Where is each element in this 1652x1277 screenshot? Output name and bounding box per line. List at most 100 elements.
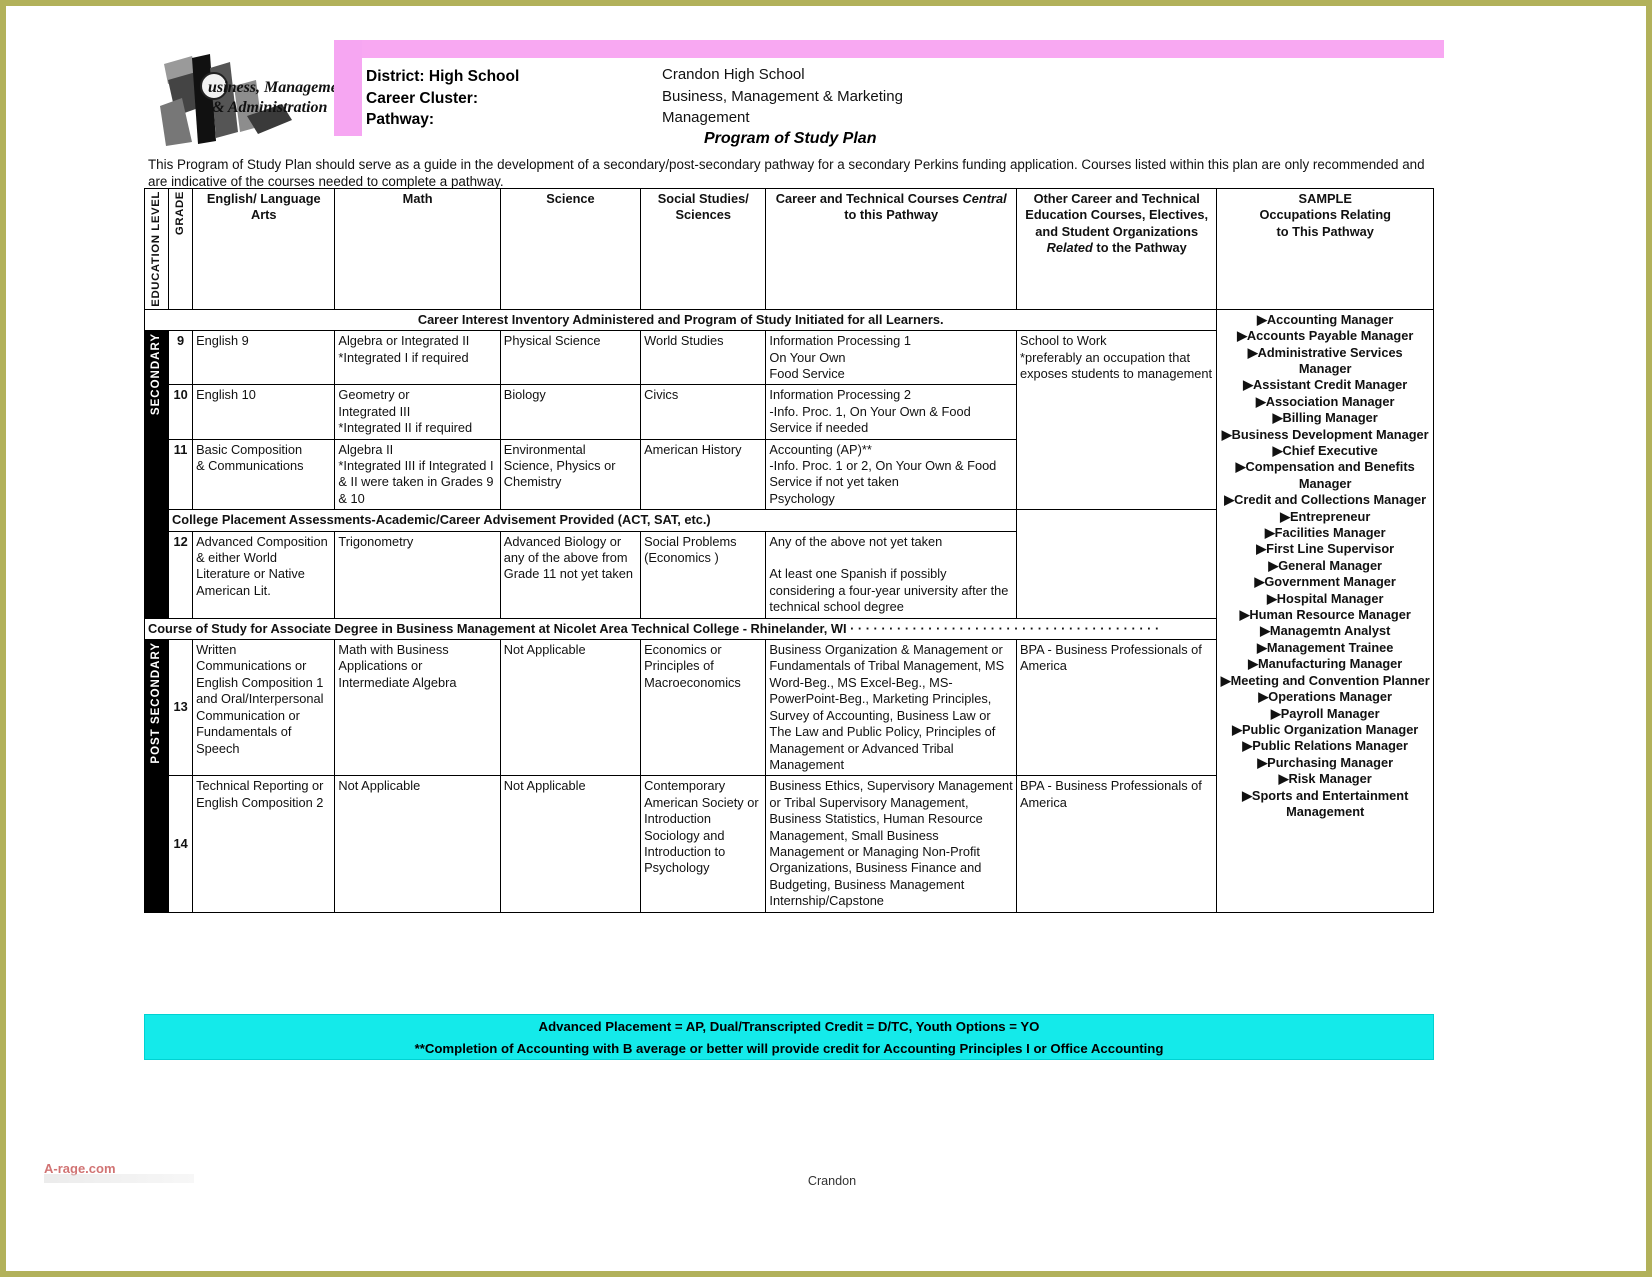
cell-other: BPA - Business Professionals of America	[1015, 639, 1218, 777]
occupation-item: ▶Facilities Manager	[1264, 525, 1386, 541]
occupation-item: ▶Billing Manager	[1272, 410, 1378, 426]
occupation-item: ▶Purchasing Manager	[1257, 754, 1394, 770]
col-math: Math	[334, 188, 501, 310]
cell-science: Not Applicable	[499, 639, 642, 777]
career-interest-banner: Career Interest Inventory Administered a…	[143, 308, 1218, 332]
occupation-item: ▶Meeting and Convention Planner	[1220, 672, 1430, 688]
education-level-secondary: SECONDARY	[143, 330, 170, 619]
occupation-item: ▶Sports and Entertainment Management	[1242, 787, 1409, 819]
grade-number: 14	[168, 775, 194, 913]
occupation-item: ▶Manufacturing Manager	[1248, 656, 1403, 672]
intro-paragraph: This Program of Study Plan should serve …	[148, 157, 1425, 189]
cell-social: World Studies	[640, 330, 767, 386]
occupation-item: ▶Managemtn Analyst	[1260, 623, 1391, 639]
occupation-item: ▶Assistant Credit Manager	[1243, 377, 1408, 393]
cell-cte: Accounting (AP)** -Info. Proc. 1 or 2, O…	[765, 438, 1017, 511]
cell-other: School to Work *preferably an occupation…	[1015, 330, 1218, 511]
occupation-item: ▶Accounts Payable Manager	[1237, 328, 1414, 344]
cell-social: American History	[640, 438, 767, 511]
cell-science: Not Applicable	[499, 775, 642, 913]
table-header-row: EDUCATION LEVEL GRADE English/ Language …	[143, 188, 1434, 310]
cell-social: Civics	[640, 384, 767, 440]
page-frame: usiness, Management & Administration Dis…	[0, 0, 1652, 1277]
legend-line-2: **Completion of Accounting with B averag…	[414, 1041, 1164, 1056]
district-label: District: High School	[366, 68, 520, 85]
pathway-value: Management	[662, 109, 750, 126]
occupation-item: ▶General Manager	[1268, 557, 1383, 573]
cte-central-emphasis: Central	[962, 191, 1007, 206]
cell-science: Advanced Biology or any of the above fro…	[499, 530, 642, 619]
career-cluster-label: Career Cluster:	[366, 89, 478, 107]
education-level-post-secondary: POST SECONDARY	[143, 639, 170, 913]
col-education-level: EDUCATION LEVEL	[143, 188, 170, 310]
district-value: Crandon High School	[662, 66, 805, 83]
occupation-item: ▶Public Organization Manager	[1232, 721, 1419, 737]
cell-other-blank	[1015, 509, 1218, 619]
col-sample-occupations: SAMPLE Occupations Relating to This Path…	[1216, 188, 1434, 310]
cell-social: Social Problems (Economics )	[640, 530, 767, 619]
grade-number: 10	[168, 384, 194, 440]
cell-science: Physical Science	[499, 330, 642, 386]
col-cte-central: Career and Technical Courses Central to …	[765, 188, 1017, 310]
cell-math: Algebra or Integrated II *Integrated I i…	[334, 330, 501, 386]
occupation-item: ▶Entrepreneur	[1280, 508, 1371, 524]
col-other-cte: Other Career and Technical Education Cou…	[1015, 188, 1218, 310]
cluster-logo-icon: usiness, Management & Administration	[160, 54, 342, 146]
cell-math: Geometry or Integrated III *Integrated I…	[334, 384, 501, 440]
pink-label-block	[334, 40, 362, 136]
cell-english: English 9	[192, 330, 336, 386]
occupation-item: ▶Public Relations Manager	[1242, 738, 1408, 754]
cell-english: English 10	[192, 384, 336, 440]
logo-text-line2: & Administration	[212, 99, 328, 116]
grade-number: 11	[168, 438, 194, 511]
cell-english: Basic Composition & Communications	[192, 438, 336, 511]
cell-cte: Information Processing 1 On Your Own Foo…	[765, 330, 1017, 386]
occupation-item: ▶Human Resource Manager	[1239, 607, 1411, 623]
career-interest-banner-row: Career Interest Inventory Administered a…	[143, 308, 1434, 913]
cell-cte: Information Processing 2 -Info. Proc. 1,…	[765, 384, 1017, 440]
logo-text-line1: usiness, Management	[208, 79, 342, 96]
cell-cte: Business Ethics, Supervisory Management …	[765, 775, 1017, 913]
page-title: Program of Study Plan	[704, 130, 877, 147]
pink-header-band	[334, 40, 1444, 58]
occupation-item: ▶Business Development Manager	[1221, 426, 1429, 442]
cell-english: Technical Reporting or English Compositi…	[192, 775, 336, 913]
col-science: Science	[499, 188, 642, 310]
cell-math: Trigonometry	[334, 530, 501, 619]
col-english: English/ Language Arts	[192, 188, 336, 310]
col-social-studies: Social Studies/ Sciences	[640, 188, 767, 310]
pathway-label: Pathway:	[366, 111, 435, 128]
occupation-item: ▶Hospital Manager	[1266, 590, 1384, 606]
occupation-item: ▶Association Manager	[1255, 393, 1395, 409]
cell-math: Not Applicable	[334, 775, 501, 913]
cell-social: Contemporary American Society or Introdu…	[640, 775, 767, 913]
grade-number: 9	[168, 330, 194, 386]
occupation-item: ▶Government Manager	[1254, 574, 1396, 590]
college-placement-banner: College Placement Assessments-Academic/C…	[168, 509, 1017, 532]
grade-number: 12	[168, 530, 194, 619]
occupation-item: ▶Management Trainee	[1256, 639, 1394, 655]
page-footer-label: Crandon	[807, 1174, 857, 1188]
occupations-list: ▶Accounting Manager ▶Accounts Payable Man…	[1220, 312, 1430, 821]
grade-number: 13	[168, 639, 194, 777]
header-label-group: District: High School Career Cluster: Pa…	[366, 66, 519, 131]
cell-other: BPA - Business Professionals of America	[1015, 775, 1218, 913]
occupation-item: ▶Accounting Manager	[1257, 311, 1394, 327]
col-grade: GRADE	[168, 188, 194, 310]
career-cluster-value: Business, Management & Marketing	[662, 87, 903, 105]
document-header: usiness, Management & Administration Dis…	[144, 36, 1444, 189]
document-sheet: usiness, Management & Administration Dis…	[143, 36, 1444, 1060]
occupation-item: ▶Risk Manager	[1278, 771, 1372, 787]
cell-english: Advanced Composition & either World Lite…	[192, 530, 336, 619]
occupation-item: ▶Administrative Services Manager	[1247, 344, 1403, 376]
header-value-group: Crandon High School Business, Management…	[662, 64, 903, 129]
cell-cte: Any of the above not yet taken At least …	[765, 530, 1017, 619]
program-of-study-table: EDUCATION LEVEL GRADE English/ Language …	[143, 188, 1434, 913]
occupation-item: ▶Credit and Collections Manager	[1224, 492, 1427, 508]
occupation-item: ▶Compensation and Benefits Manager	[1235, 459, 1415, 491]
occupations-cell: ▶Accounting Manager ▶Accounts Payable Man…	[1216, 308, 1434, 913]
occupation-item: ▶First Line Supervisor	[1256, 541, 1395, 557]
other-emphasis: Related	[1046, 240, 1093, 256]
cell-cte: Business Organization & Management or Fu…	[765, 639, 1017, 777]
associate-degree-banner: Course of Study for Associate Degree in …	[143, 617, 1218, 641]
